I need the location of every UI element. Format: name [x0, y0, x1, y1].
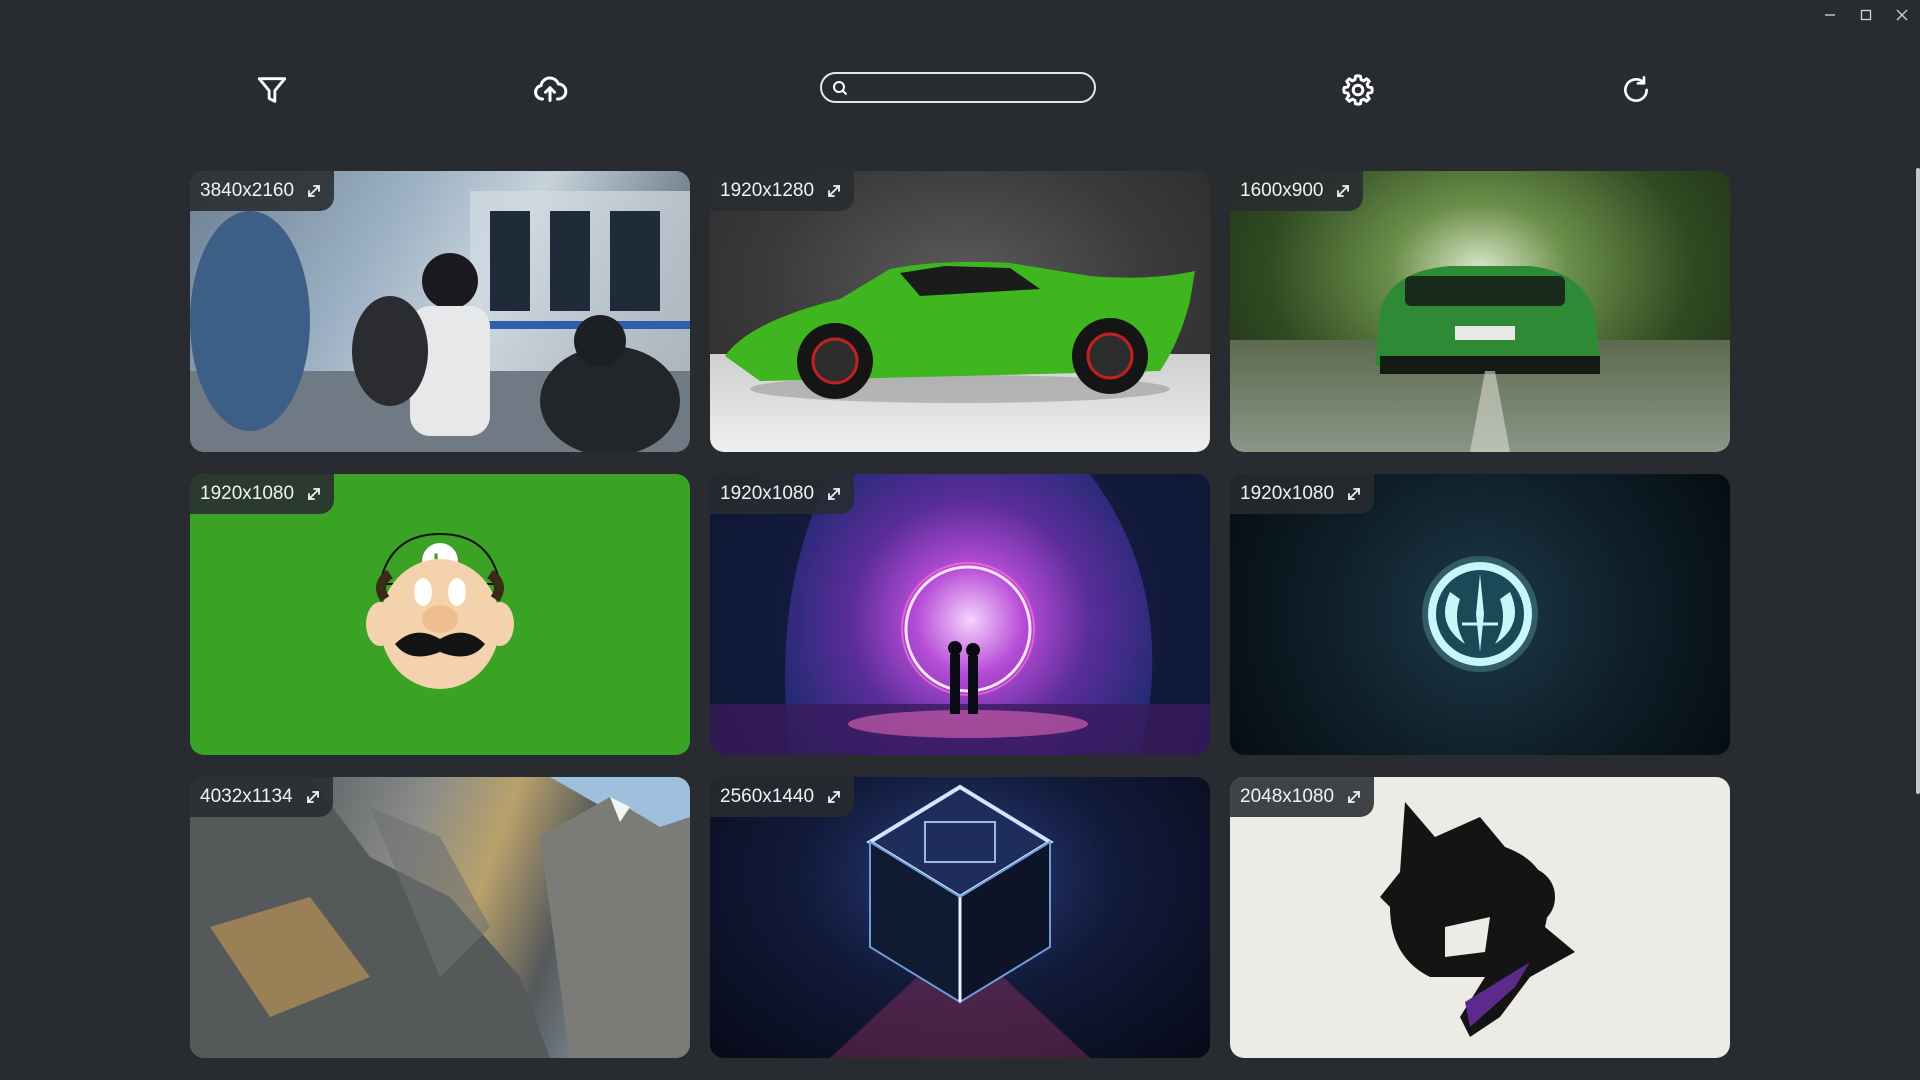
resolution-badge: 1920x1080 [190, 474, 335, 514]
expand-icon[interactable] [826, 789, 842, 805]
close-button[interactable] [1884, 0, 1920, 30]
wallpaper-thumbnail [190, 777, 690, 1058]
settings-button[interactable] [1336, 68, 1380, 112]
wallpaper-card[interactable]: 4032x1134 [190, 777, 690, 1058]
resolution-badge: 3840x2160 [190, 171, 335, 211]
wallpaper-card[interactable]: 1600x900 [1230, 171, 1730, 452]
resolution-label: 1920x1280 [720, 180, 815, 201]
wallpaper-card[interactable]: 1920x1080 [1230, 474, 1730, 755]
expand-icon[interactable] [826, 183, 842, 199]
wallpaper-thumbnail [710, 474, 1210, 755]
refresh-button[interactable] [1614, 68, 1658, 112]
resolution-label: 2560x1440 [720, 786, 815, 807]
wallpaper-card[interactable]: 1920x1280 [710, 171, 1210, 452]
search-bar[interactable] [820, 72, 1096, 103]
resolution-badge: 1920x1280 [710, 171, 855, 211]
upload-button[interactable] [528, 68, 572, 112]
expand-icon[interactable] [306, 486, 322, 502]
toolbar [190, 68, 1730, 112]
expand-icon[interactable] [306, 183, 322, 199]
maximize-icon [1860, 9, 1872, 21]
wallpaper-thumbnail [710, 171, 1210, 452]
scrollbar-thumb[interactable] [1916, 168, 1920, 794]
wallpaper-thumbnail [190, 171, 690, 452]
resolution-label: 2048x1080 [1240, 786, 1335, 807]
resolution-badge: 1920x1080 [1230, 474, 1375, 514]
expand-icon[interactable] [826, 486, 842, 502]
minimize-button[interactable] [1812, 0, 1848, 30]
resolution-badge: 4032x1134 [190, 777, 333, 817]
cloud-upload-icon [534, 76, 568, 102]
wallpaper-thumbnail [1230, 171, 1730, 452]
filter-icon [257, 77, 287, 103]
search-input[interactable] [858, 73, 1094, 102]
wallpaper-thumbnail [710, 777, 1210, 1058]
resolution-label: 1920x1080 [200, 483, 295, 504]
expand-icon[interactable] [305, 789, 321, 805]
wallpaper-card[interactable]: 2048x1080 [1230, 777, 1730, 1058]
gear-icon [1342, 74, 1374, 106]
wallpaper-thumbnail: L [190, 474, 690, 755]
resolution-label: 4032x1134 [200, 786, 293, 807]
wallpaper-card[interactable]: 3840x2160 [190, 171, 690, 452]
wallpaper-thumbnail [1230, 474, 1730, 755]
resolution-label: 1920x1080 [720, 483, 815, 504]
expand-icon[interactable] [1346, 789, 1362, 805]
resolution-badge: 2048x1080 [1230, 777, 1375, 817]
wallpaper-card[interactable]: 2560x1440 [710, 777, 1210, 1058]
vertical-scrollbar[interactable] [1910, 168, 1920, 794]
resolution-badge: 1920x1080 [710, 474, 855, 514]
app-window: 3840x2160 1920x1280 1600x900 1920x1080 1… [0, 0, 1920, 1080]
refresh-icon [1624, 76, 1648, 102]
wallpaper-card[interactable]: 1920x1080 [710, 474, 1210, 755]
resolution-label: 1920x1080 [1240, 483, 1335, 504]
expand-icon[interactable] [1335, 183, 1351, 199]
minimize-icon [1825, 14, 1835, 16]
search-icon [832, 80, 858, 96]
close-icon [1896, 9, 1908, 21]
wallpaper-card[interactable]: L 1920x1080 [190, 474, 690, 755]
resolution-badge: 2560x1440 [710, 777, 855, 817]
resolution-label: 3840x2160 [200, 180, 295, 201]
maximize-button[interactable] [1848, 0, 1884, 30]
resolution-label: 1600x900 [1240, 180, 1324, 201]
expand-icon[interactable] [1346, 486, 1362, 502]
resolution-badge: 1600x900 [1230, 171, 1364, 211]
wallpaper-gallery: 3840x2160 1920x1280 1600x900 1920x1080 1… [190, 171, 1730, 1058]
window-controls [1812, 0, 1920, 30]
wallpaper-thumbnail [1230, 777, 1730, 1058]
filter-button[interactable] [250, 68, 294, 112]
